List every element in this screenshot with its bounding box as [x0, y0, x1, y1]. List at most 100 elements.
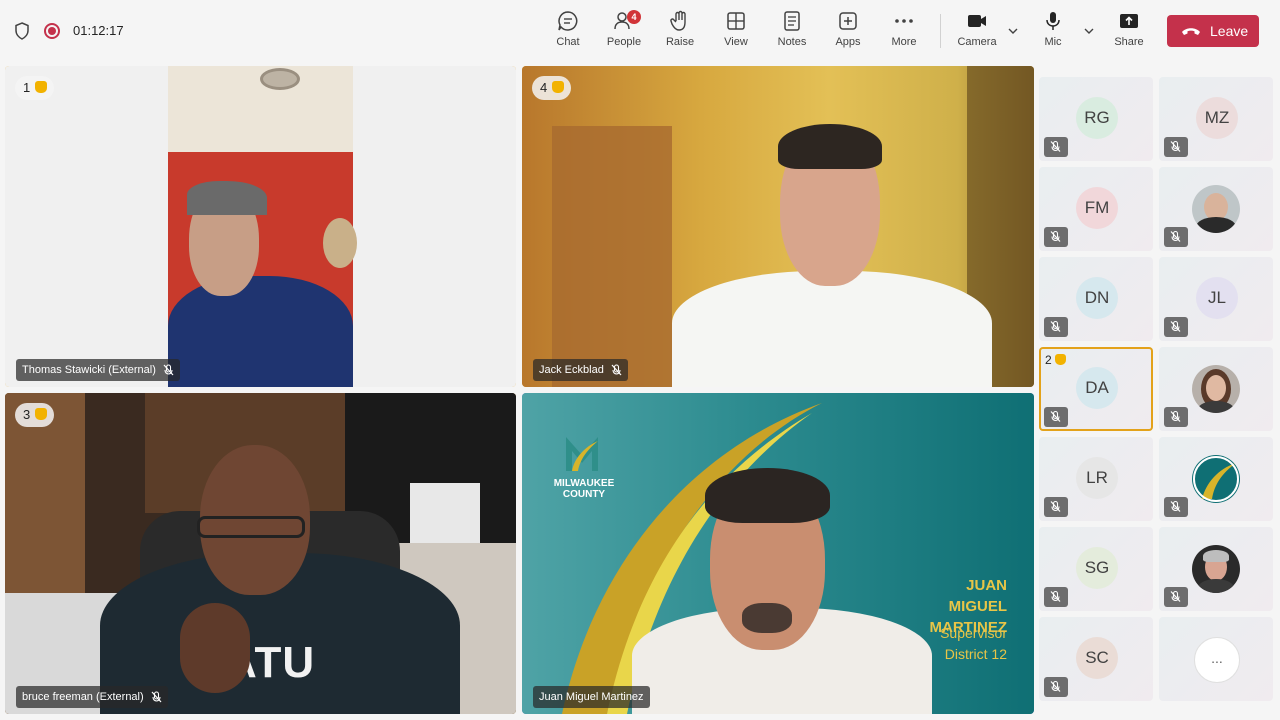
muted-indicator — [1044, 677, 1068, 697]
raised-hand-badge: 4 — [532, 76, 571, 100]
mic-button[interactable]: Mic — [1027, 8, 1079, 56]
camera-button[interactable]: Camera — [951, 8, 1003, 56]
more-dots-icon — [895, 19, 913, 23]
video-tile-thomas[interactable]: 1 Thomas Stawicki (External) — [5, 66, 516, 387]
raise-hand-button[interactable]: Raise — [654, 8, 706, 56]
leave-button[interactable]: Leave — [1167, 15, 1259, 47]
participant-nametag: Juan Miguel Martinez — [533, 686, 650, 708]
leave-label: Leave — [1210, 23, 1249, 39]
participant-tile[interactable] — [1159, 527, 1273, 611]
people-count-badge: 4 — [627, 10, 641, 24]
mic-label: Mic — [1044, 36, 1062, 48]
bald-man-photo — [1192, 185, 1240, 233]
participant-nametag: Thomas Stawicki (External) — [16, 359, 180, 381]
recording-icon — [44, 23, 60, 39]
muted-indicator — [1044, 137, 1068, 157]
participant-tile[interactable]: DN — [1039, 257, 1153, 341]
raise-label: Raise — [665, 36, 695, 48]
video-tile-juan-miguel[interactable]: MILWAUKEE COUNTY JUAN MIGUEL MARTINEZ Su… — [522, 393, 1034, 714]
raised-hand-icon — [551, 81, 564, 93]
chat-button[interactable]: Chat — [542, 8, 594, 56]
raised-hand-icon — [1055, 354, 1067, 365]
participant-video: MILWAUKEE COUNTY JUAN MIGUEL MARTINEZ Su… — [522, 393, 1034, 714]
notes-label: Notes — [777, 36, 807, 48]
raise-hand-icon — [670, 10, 686, 31]
mic-off-icon — [1050, 590, 1061, 602]
participant-tile[interactable] — [1159, 437, 1273, 521]
participant-name: Juan Miguel Martinez — [539, 691, 644, 703]
notes-icon — [784, 11, 800, 31]
muted-indicator — [1044, 587, 1068, 607]
more-label: More — [891, 36, 917, 48]
participant-tile[interactable]: MZ — [1159, 77, 1273, 161]
shield-icon[interactable] — [14, 22, 30, 40]
raised-hand-icon — [34, 81, 47, 93]
mic-off-icon — [1170, 230, 1181, 242]
participant-tile[interactable]: JL — [1159, 257, 1273, 341]
participant-name: bruce freeman (External) — [22, 691, 144, 703]
apps-button[interactable]: Apps — [822, 8, 874, 56]
logo-text: MILWAUKEE COUNTY — [553, 478, 615, 500]
participant-tile[interactable] — [1159, 347, 1273, 431]
muted-indicator — [1044, 227, 1068, 247]
mic-off-icon — [1050, 230, 1061, 242]
participant-nametag: bruce freeman (External) — [16, 686, 168, 708]
view-label: View — [724, 36, 748, 48]
people-label: People — [606, 36, 642, 48]
share-icon — [1120, 14, 1138, 28]
meeting-timer: 01:12:17 — [73, 23, 124, 38]
apps-plus-icon — [839, 12, 857, 30]
mic-off-icon — [1050, 500, 1061, 512]
avatar-initials: MZ — [1196, 97, 1238, 139]
participant-tile[interactable]: SC — [1039, 617, 1153, 701]
mic-off-icon — [1050, 410, 1061, 422]
participant-video: ATU — [5, 393, 516, 714]
camera-label: Camera — [957, 36, 997, 48]
more-participants-button[interactable]: ... — [1194, 637, 1240, 683]
mic-off-icon — [611, 364, 622, 376]
more-participants-tile[interactable]: ... — [1159, 617, 1273, 701]
avatar-initials: LR — [1076, 457, 1118, 499]
mic-off-icon — [1170, 410, 1181, 422]
muted-indicator — [1164, 317, 1188, 337]
participant-tile[interactable]: LR — [1039, 437, 1153, 521]
more-button[interactable]: More — [878, 8, 930, 56]
participant-tile[interactable]: RG — [1039, 77, 1153, 161]
meeting-toolbar: 01:12:17 Chat 4 People Raise View Notes … — [0, 0, 1280, 62]
share-button[interactable]: Share — [1103, 8, 1155, 56]
participant-name: Thomas Stawicki (External) — [22, 364, 156, 376]
video-tile-bruce[interactable]: ATU 3 bruce freeman (External) — [5, 393, 516, 714]
participant-tile[interactable]: SG — [1039, 527, 1153, 611]
camera-options-chevron-icon[interactable] — [1006, 24, 1020, 38]
mic-options-chevron-icon[interactable] — [1082, 24, 1096, 38]
mic-off-icon — [1170, 500, 1181, 512]
avatar-initials: FM — [1076, 187, 1118, 229]
muted-indicator — [1164, 587, 1188, 607]
avatar-initials: JL — [1196, 277, 1238, 319]
muted-indicator — [1164, 407, 1188, 427]
apps-label: Apps — [835, 36, 861, 48]
video-tile-jack[interactable]: 4 Jack Eckblad — [522, 66, 1034, 387]
notes-button[interactable]: Notes — [766, 8, 818, 56]
avatar-initials: DA — [1076, 367, 1118, 409]
milwaukee-county-logo — [566, 437, 598, 471]
muted-indicator — [1164, 497, 1188, 517]
people-button[interactable]: 4 People — [598, 8, 650, 56]
raised-hand-badge: 2 — [1045, 353, 1067, 367]
muted-indicator — [1164, 137, 1188, 157]
mic-off-icon — [1170, 140, 1181, 152]
raised-hand-badge: 1 — [15, 76, 54, 100]
microphone-icon — [1046, 12, 1060, 30]
chat-label: Chat — [556, 36, 580, 48]
participant-name: Jack Eckblad — [539, 364, 604, 376]
hand-order-number: 1 — [23, 80, 31, 95]
participant-tile[interactable] — [1159, 167, 1273, 251]
woman-photo — [1192, 365, 1240, 413]
muted-indicator — [1044, 317, 1068, 337]
camera-icon — [968, 15, 986, 27]
muted-indicator — [1044, 497, 1068, 517]
participant-tile[interactable]: FM — [1039, 167, 1153, 251]
participant-tile[interactable]: DA 2 — [1039, 347, 1153, 431]
view-grid-icon — [727, 12, 745, 30]
view-button[interactable]: View — [710, 8, 762, 56]
